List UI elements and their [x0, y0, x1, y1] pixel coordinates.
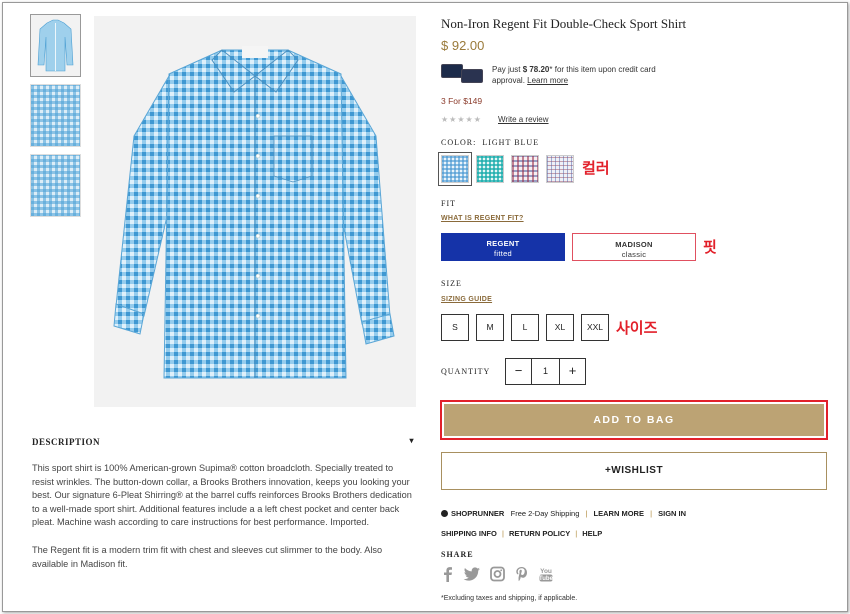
facebook-icon[interactable]	[441, 566, 455, 582]
quantity-increase-button[interactable]: +	[559, 359, 585, 384]
separator: |	[585, 509, 588, 518]
color-swatch-teal[interactable]	[476, 155, 504, 183]
financing-offer: Pay just $ 78.20* for this item upon cre…	[492, 64, 682, 86]
thumbnail-front[interactable]	[30, 14, 81, 77]
description-heading: DESCRIPTION	[32, 437, 101, 447]
color-swatch-light-blue[interactable]	[438, 152, 472, 186]
product-title: Non-Iron Regent Fit Double-Check Sport S…	[441, 16, 687, 31]
description-paragraph-2: The Regent fit is a modern trim fit with…	[32, 545, 383, 569]
wishlist-button[interactable]: +WISHLIST	[441, 452, 827, 490]
shoprunner-row: SHOPRUNNER Free 2-Day Shipping | LEARN M…	[441, 509, 686, 518]
financing-learn-more-link[interactable]: Learn more	[527, 76, 568, 85]
page-frame: DESCRIPTION ▾ This sport shirt is 100% A…	[2, 2, 848, 612]
chevron-down-icon[interactable]: ▾	[409, 436, 414, 445]
quantity-label: QUANTITY	[441, 367, 491, 376]
product-price: $ 92.00	[441, 38, 485, 53]
sizing-guide-link[interactable]: SIZING GUIDE	[441, 296, 492, 303]
share-label: SHARE	[441, 550, 474, 559]
rating-stars: ★★★★★	[441, 115, 482, 124]
fit-label: FIT	[441, 199, 456, 208]
instagram-icon[interactable]	[490, 566, 505, 582]
color-label-text: COLOR:	[441, 138, 477, 147]
quantity-stepper: − 1 +	[505, 358, 586, 385]
fit-option-madison[interactable]: MADISON classic	[572, 233, 696, 261]
separator: |	[575, 529, 578, 538]
size-option-m[interactable]: M	[476, 314, 504, 341]
shirt-image	[113, 46, 395, 379]
main-product-image	[94, 16, 416, 407]
promo-text: 3 For $149	[441, 96, 483, 106]
quantity-decrease-button[interactable]: −	[506, 359, 532, 384]
shoprunner-icon	[441, 510, 448, 517]
size-option-xxl[interactable]: XXL	[581, 314, 609, 341]
color-selected: LIGHT BLUE	[482, 138, 540, 147]
policy-links-row: SHIPPING INFO | RETURN POLICY | HELP	[441, 529, 602, 538]
color-swatch-multi[interactable]	[546, 155, 574, 183]
youtube-icon[interactable]: You Tube	[539, 566, 553, 582]
thumbnail-detail-collar[interactable]	[30, 84, 81, 147]
help-link[interactable]: HELP	[582, 529, 602, 538]
size-label: SIZE	[441, 279, 462, 288]
tax-footnote: *Excluding taxes and shipping, if applic…	[441, 595, 578, 602]
annotation-fit: 핏	[703, 238, 717, 256]
fit-option-regent[interactable]: REGENT fitted	[441, 233, 565, 261]
credit-card-icon	[441, 64, 485, 84]
free-shipping-text: Free 2-Day Shipping	[510, 509, 580, 518]
color-label: COLOR: LIGHT BLUE	[441, 138, 539, 147]
add-to-bag-highlight: ADD TO BAG	[440, 400, 828, 440]
fit-option-sub: classic	[621, 250, 647, 259]
shipping-info-link[interactable]: SHIPPING INFO	[441, 529, 497, 538]
fit-option-name: MADISON	[615, 240, 653, 249]
quantity-value[interactable]: 1	[532, 359, 559, 384]
shoprunner-logo: SHOPRUNNER	[451, 509, 505, 518]
fit-option-sub: fitted	[493, 249, 513, 258]
svg-text:You: You	[540, 568, 552, 575]
thumbnail-detail-fabric[interactable]	[30, 154, 81, 217]
shoprunner-sign-in-link[interactable]: SIGN IN	[658, 509, 686, 518]
regent-fit-guide-link[interactable]: WHAT IS REGENT FIT?	[441, 215, 524, 222]
twitter-icon[interactable]	[463, 566, 481, 582]
description-header[interactable]: DESCRIPTION ▾	[32, 436, 414, 447]
separator: |	[650, 509, 653, 518]
separator: |	[501, 529, 504, 538]
pinterest-icon[interactable]	[515, 566, 528, 582]
add-to-bag-button[interactable]: ADD TO BAG	[444, 404, 824, 436]
size-option-l[interactable]: L	[511, 314, 539, 341]
annotation-size: 사이즈	[616, 319, 658, 337]
size-option-xl[interactable]: XL	[546, 314, 574, 341]
description-paragraph-1: This sport shirt is 100% American-grown …	[32, 463, 412, 528]
write-review-link[interactable]: Write a review	[498, 115, 549, 124]
color-swatch-red-navy[interactable]	[511, 155, 539, 183]
shoprunner-learn-more-link[interactable]: LEARN MORE	[594, 509, 644, 518]
svg-text:Tube: Tube	[539, 576, 553, 582]
financing-amount: $ 78.20	[522, 65, 550, 74]
financing-text-1: Pay just	[492, 65, 523, 74]
return-policy-link[interactable]: RETURN POLICY	[509, 529, 570, 538]
shirt-thumb-icon	[31, 15, 80, 76]
annotation-color: 컬러	[582, 159, 610, 177]
fit-option-name: REGENT	[486, 239, 520, 248]
size-option-s[interactable]: S	[441, 314, 469, 341]
